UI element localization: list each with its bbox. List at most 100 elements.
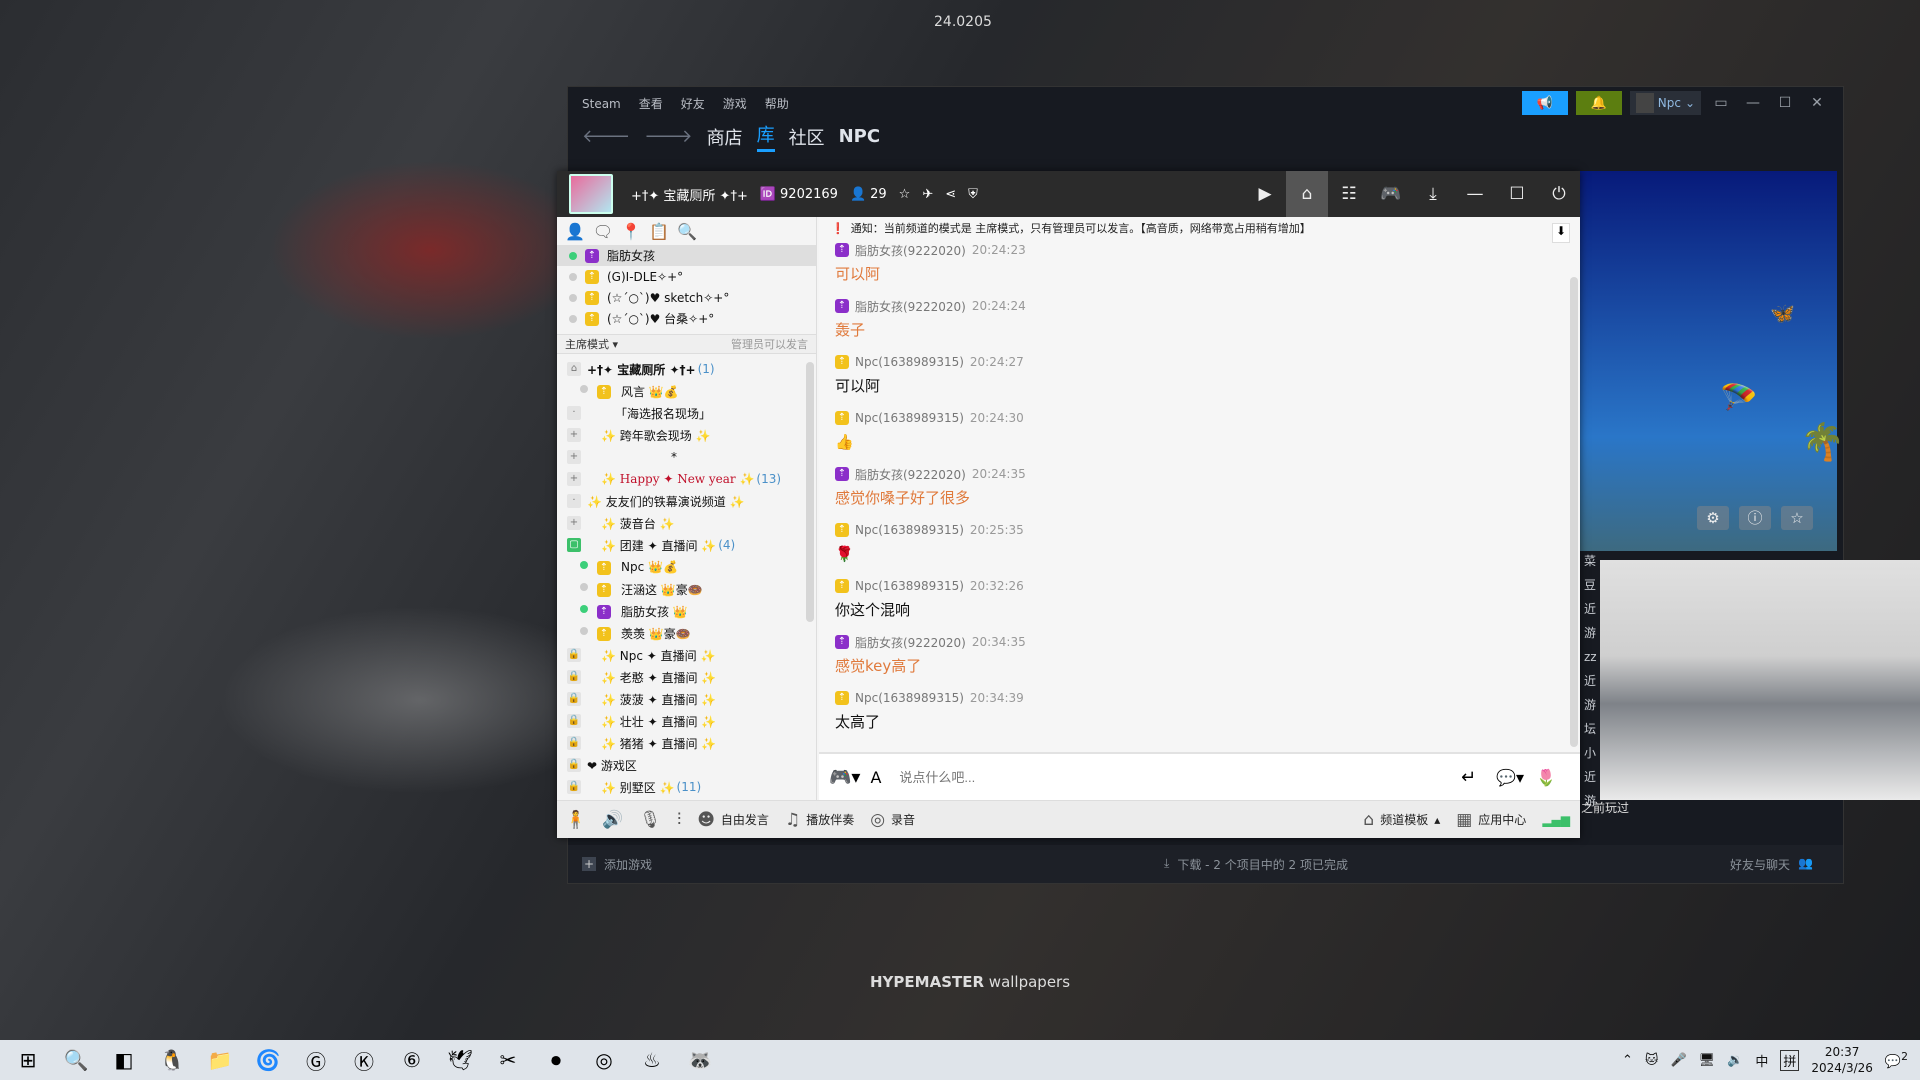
file-explorer-icon[interactable]: 📁	[200, 1042, 240, 1078]
mic-button[interactable]: 🎙	[639, 810, 661, 830]
sender-name[interactable]: Npc(1638989315)	[855, 691, 964, 705]
yy-icon[interactable]: 🦝	[680, 1042, 720, 1078]
netease-music-icon[interactable]: ⑥	[392, 1042, 432, 1078]
friends-chat-button[interactable]: 好友与聊天 👥	[1730, 856, 1813, 873]
nav-library[interactable]: 库	[756, 121, 775, 152]
expand-toggle-icon[interactable]: 🔒	[567, 714, 581, 728]
speaker-button[interactable]: 🔊	[602, 810, 623, 830]
flower-gift-icon[interactable]: 🌷	[1536, 768, 1556, 787]
nav-store[interactable]: 商店	[707, 124, 743, 150]
notification-button[interactable]: 🔔	[1575, 91, 1622, 115]
channel-item[interactable]: ▢ ✨ 团建 ✦ 直播间 ✨ (4)	[557, 534, 806, 556]
location-icon[interactable]: 📍	[621, 222, 641, 241]
minimize-button[interactable]: —	[1741, 95, 1765, 111]
channel-item[interactable]: 🔒 ✨ 猪猪 ✦ 直播间 ✨	[557, 732, 806, 754]
sender-name[interactable]: 脂肪女孩(9222020)	[855, 466, 966, 483]
close-button[interactable]: ✕	[1805, 95, 1829, 111]
expand-toggle-icon[interactable]: 🔒	[567, 692, 581, 706]
downloads-status[interactable]: ⤓ 下载 - 2 个项目中的 2 项已完成	[1164, 856, 1348, 873]
favorite-star-button[interactable]: ☆	[1781, 506, 1813, 530]
maximize-button[interactable]: ☐	[1773, 95, 1797, 111]
expand-toggle-icon[interactable]: +	[567, 516, 581, 530]
kugou-icon[interactable]: Ⓚ	[344, 1042, 384, 1078]
sender-name[interactable]: Npc(1638989315)	[855, 411, 964, 425]
free-speech-button[interactable]: ☻ 自由发言	[697, 810, 769, 830]
video-icon[interactable]: ▶	[1244, 171, 1286, 217]
channel-item[interactable]: + ✨ 菠音台 ✨	[557, 512, 806, 534]
info-button[interactable]: ⓘ	[1739, 506, 1771, 530]
sender-name[interactable]: Npc(1638989315)	[855, 355, 964, 369]
channel-user[interactable]: ⇡ Npc 👑💰	[557, 556, 806, 578]
menu-games[interactable]: 游戏	[723, 95, 747, 112]
channel-item[interactable]: + *	[557, 446, 806, 468]
expand-toggle-icon[interactable]: ·	[567, 494, 581, 508]
tray-overflow-icon[interactable]: ⌃	[1622, 1053, 1633, 1068]
tray-app-icon[interactable]: 🐱	[1645, 1053, 1659, 1068]
channel-item[interactable]: 🔒 ✨ 壮壮 ✦ 直播间 ✨	[557, 710, 806, 732]
font-style-icon[interactable]: A	[870, 768, 881, 787]
sender-name[interactable]: Npc(1638989315)	[855, 523, 964, 537]
expand-toggle-icon[interactable]: +	[567, 450, 581, 464]
channel-user[interactable]: ⇡ 脂肪女孩 👑	[557, 600, 806, 622]
channel-user[interactable]: ⇡ 风言 👑💰	[557, 380, 806, 402]
menu-help[interactable]: 帮助	[765, 95, 789, 112]
mixer-button[interactable]: ⫶	[677, 810, 681, 830]
app-ring-icon[interactable]: ◎	[584, 1042, 624, 1078]
template-button[interactable]: ⌂ 频道模板 ▴	[1363, 810, 1440, 830]
add-game-button[interactable]: + 添加游戏	[582, 856, 652, 873]
chat-history-icon[interactable]: 🗨	[593, 222, 613, 241]
list-icon[interactable]: ☷	[1328, 171, 1370, 217]
sender-name[interactable]: Npc(1638989315)	[855, 579, 964, 593]
channel-item[interactable]: 🔒 ❤ 游戏区	[557, 754, 806, 776]
forward-arrow-icon[interactable]: 🡒	[644, 126, 692, 147]
mode-dropdown[interactable]: 主席模式 ▾	[565, 336, 618, 352]
share-icon[interactable]: ⋖	[945, 187, 956, 202]
self-avatar[interactable]: 🧍	[565, 810, 586, 830]
scroll-to-bottom-button[interactable]: ⬇	[1552, 223, 1570, 243]
ime-language[interactable]: 中	[1755, 1051, 1768, 1070]
start-icon[interactable]: ⊞	[8, 1042, 48, 1078]
sender-name[interactable]: 脂肪女孩(9222020)	[855, 298, 966, 315]
app-g-icon[interactable]: Ⓖ	[296, 1042, 336, 1078]
channel-user[interactable]: ⇡ 汪涵这 👑豪🍩	[557, 578, 806, 600]
expand-toggle-icon[interactable]: 🔒	[567, 648, 581, 662]
channel-item[interactable]: 🔒 ✨ 菠菠 ✦ 直播间 ✨	[557, 688, 806, 710]
gamepad-icon[interactable]: 🎮	[1370, 171, 1412, 217]
expand-toggle-icon[interactable]: ·	[567, 406, 581, 420]
steam-icon[interactable]: ♨	[632, 1042, 672, 1078]
user-icon[interactable]: 👤	[565, 222, 585, 241]
home-icon[interactable]: ⌂	[1286, 171, 1328, 217]
send-enter-icon[interactable]: ↵	[1461, 767, 1476, 788]
mic-queue-member[interactable]: ⇡ (G)I-DLE✧+°	[557, 266, 816, 287]
power-icon[interactable]: ⏻	[1538, 171, 1580, 217]
network-icon[interactable]: 🖥	[1699, 1053, 1716, 1068]
channel-item[interactable]: 🔒 ✨ 别墅区 ✨ (11)	[557, 776, 806, 798]
channel-item[interactable]: · 「海选报名现场」	[557, 402, 806, 424]
menu-view[interactable]: 查看	[639, 95, 663, 112]
expand-toggle-icon[interactable]: 🔒	[567, 758, 581, 772]
mic-queue-member[interactable]: ⇡ (☆´○`)♥ 台桑✧+°	[557, 308, 816, 329]
mini-mode-icon[interactable]: ⤓	[1412, 171, 1454, 217]
qq-icon[interactable]: 🐧	[152, 1042, 192, 1078]
menu-steam[interactable]: Steam	[582, 97, 621, 111]
expand-toggle-icon[interactable]: ⌂	[567, 362, 581, 376]
maximize-button[interactable]: ☐	[1496, 171, 1538, 217]
channel-item[interactable]: + ✨ Happy ✦ New year ✨ (13)	[557, 468, 806, 490]
big-picture-icon[interactable]: ▭	[1709, 95, 1733, 111]
nav-community[interactable]: 社区	[789, 124, 825, 150]
clock[interactable]: 20:37 2024/3/26	[1811, 1044, 1873, 1076]
star-icon[interactable]: ☆	[899, 187, 911, 202]
volume-icon[interactable]: 🔉	[1727, 1053, 1743, 1068]
channel-item[interactable]: 🔒 ✨ 老憨 ✦ 直播间 ✨	[557, 666, 806, 688]
expand-toggle-icon[interactable]: 🔒	[567, 736, 581, 750]
chat-input[interactable]	[899, 769, 1400, 785]
record-button[interactable]: ◎ 录音	[870, 810, 915, 830]
expand-toggle-icon[interactable]: +	[567, 428, 581, 442]
task-view-icon[interactable]: ◧	[104, 1042, 144, 1078]
menu-friends[interactable]: 好友	[681, 95, 705, 112]
sender-name[interactable]: 脂肪女孩(9222020)	[855, 242, 966, 259]
mic-queue-member[interactable]: ⇡ (☆´○`)♥ sketch✧+°	[557, 287, 816, 308]
speech-bubble-icon[interactable]: 💬▾	[1496, 768, 1524, 787]
chat-scrollbar[interactable]	[1570, 277, 1578, 747]
capcut-icon[interactable]: ✂	[488, 1042, 528, 1078]
